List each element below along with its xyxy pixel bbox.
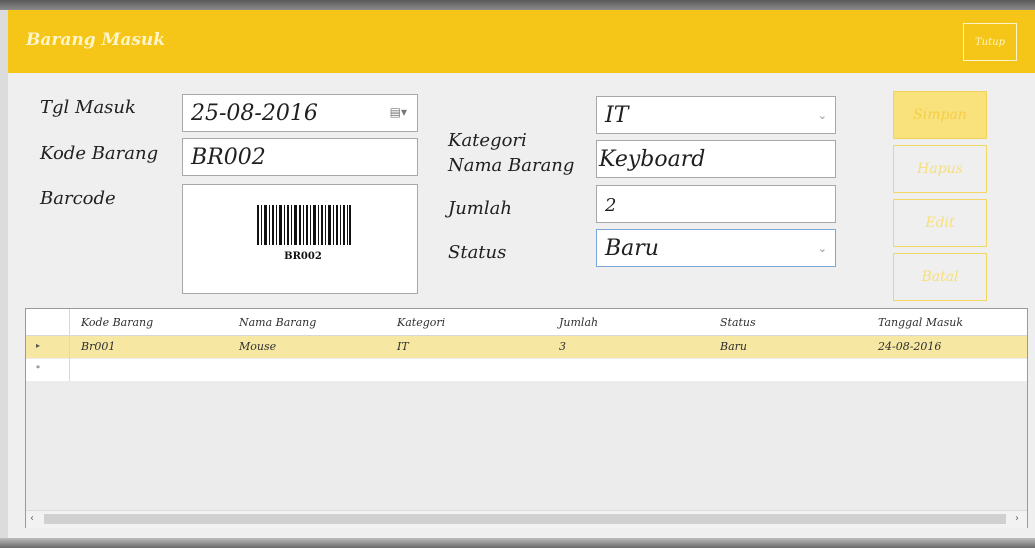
- jumlah-label: Jumlah: [448, 198, 512, 219]
- kategori-select[interactable]: IT ⌄: [596, 96, 836, 134]
- close-button[interactable]: Tutup: [963, 23, 1017, 61]
- simpan-button[interactable]: Simpan: [893, 91, 987, 139]
- jumlah-input[interactable]: 2: [596, 185, 836, 223]
- status-label: Status: [448, 242, 507, 263]
- scroll-right-icon[interactable]: ›: [1015, 513, 1019, 524]
- cell-tanggal-masuk[interactable]: 24-08-2016: [878, 340, 941, 353]
- table-row[interactable]: ▸ Br001 Mouse IT 3 Baru 24-08-2016: [26, 336, 1027, 358]
- barcode-image: BR002: [257, 205, 351, 262]
- status-value: Baru: [605, 236, 659, 261]
- chevron-down-icon[interactable]: ⌄: [818, 242, 827, 255]
- bottom-shadow: [0, 538, 1035, 548]
- column-header-status[interactable]: Status: [720, 316, 756, 329]
- window-title: Barang Masuk: [26, 30, 166, 50]
- hapus-button[interactable]: Hapus: [893, 145, 987, 193]
- data-grid[interactable]: Kode Barang Nama Barang Kategori Jumlah …: [25, 308, 1028, 528]
- barcode-text: BR002: [284, 251, 322, 262]
- tgl-masuk-label: Tgl Masuk: [40, 97, 136, 118]
- barcode-label: Barcode: [40, 188, 116, 209]
- scrollbar-thumb[interactable]: [44, 514, 1006, 524]
- barcode-image-box: BR002: [182, 184, 418, 294]
- scroll-left-icon[interactable]: ‹: [30, 513, 34, 524]
- kode-barang-label: Kode Barang: [40, 143, 159, 164]
- title-bar: Barang Masuk Tutup: [8, 10, 1035, 73]
- chevron-down-icon[interactable]: ⌄: [818, 109, 827, 122]
- calendar-icon[interactable]: ▤▾: [390, 105, 407, 119]
- cell-nama-barang[interactable]: Mouse: [239, 340, 276, 353]
- nama-barang-value: Keyboard: [599, 147, 706, 172]
- cell-kode-barang[interactable]: Br001: [81, 340, 115, 353]
- cell-kategori[interactable]: IT: [397, 340, 409, 353]
- nama-barang-input[interactable]: Keyboard: [596, 140, 836, 178]
- column-header-jumlah[interactable]: Jumlah: [559, 316, 598, 329]
- new-row[interactable]: *: [26, 359, 1027, 381]
- tgl-masuk-value: 25-08-2016: [191, 101, 318, 126]
- top-shadow: [0, 0, 1035, 10]
- kode-barang-input[interactable]: BR002: [182, 138, 418, 176]
- column-header-nama-barang[interactable]: Nama Barang: [239, 316, 316, 329]
- cell-jumlah[interactable]: 3: [559, 340, 566, 353]
- status-select[interactable]: Baru ⌄: [596, 229, 836, 267]
- column-header-kategori[interactable]: Kategori: [397, 316, 445, 329]
- nama-barang-label: Nama Barang: [448, 155, 575, 176]
- kode-barang-value: BR002: [191, 145, 266, 170]
- edit-button[interactable]: Edit: [893, 199, 987, 247]
- barang-masuk-window: Barang Masuk Tutup Tgl Masuk 25-08-2016 …: [8, 10, 1035, 538]
- grid-header: Kode Barang Nama Barang Kategori Jumlah …: [26, 309, 1027, 336]
- row-header-column: [26, 309, 70, 381]
- cell-status[interactable]: Baru: [720, 340, 747, 353]
- jumlah-value: 2: [605, 195, 617, 216]
- kategori-label: Kategori: [448, 130, 527, 151]
- batal-button[interactable]: Batal: [893, 253, 987, 301]
- column-header-tanggal-masuk[interactable]: Tanggal Masuk: [878, 316, 963, 329]
- column-header-kode-barang[interactable]: Kode Barang: [81, 316, 153, 329]
- kategori-value: IT: [605, 103, 629, 128]
- horizontal-scrollbar[interactable]: ‹ ›: [26, 510, 1027, 528]
- tgl-masuk-date-picker[interactable]: 25-08-2016 ▤▾: [182, 94, 418, 132]
